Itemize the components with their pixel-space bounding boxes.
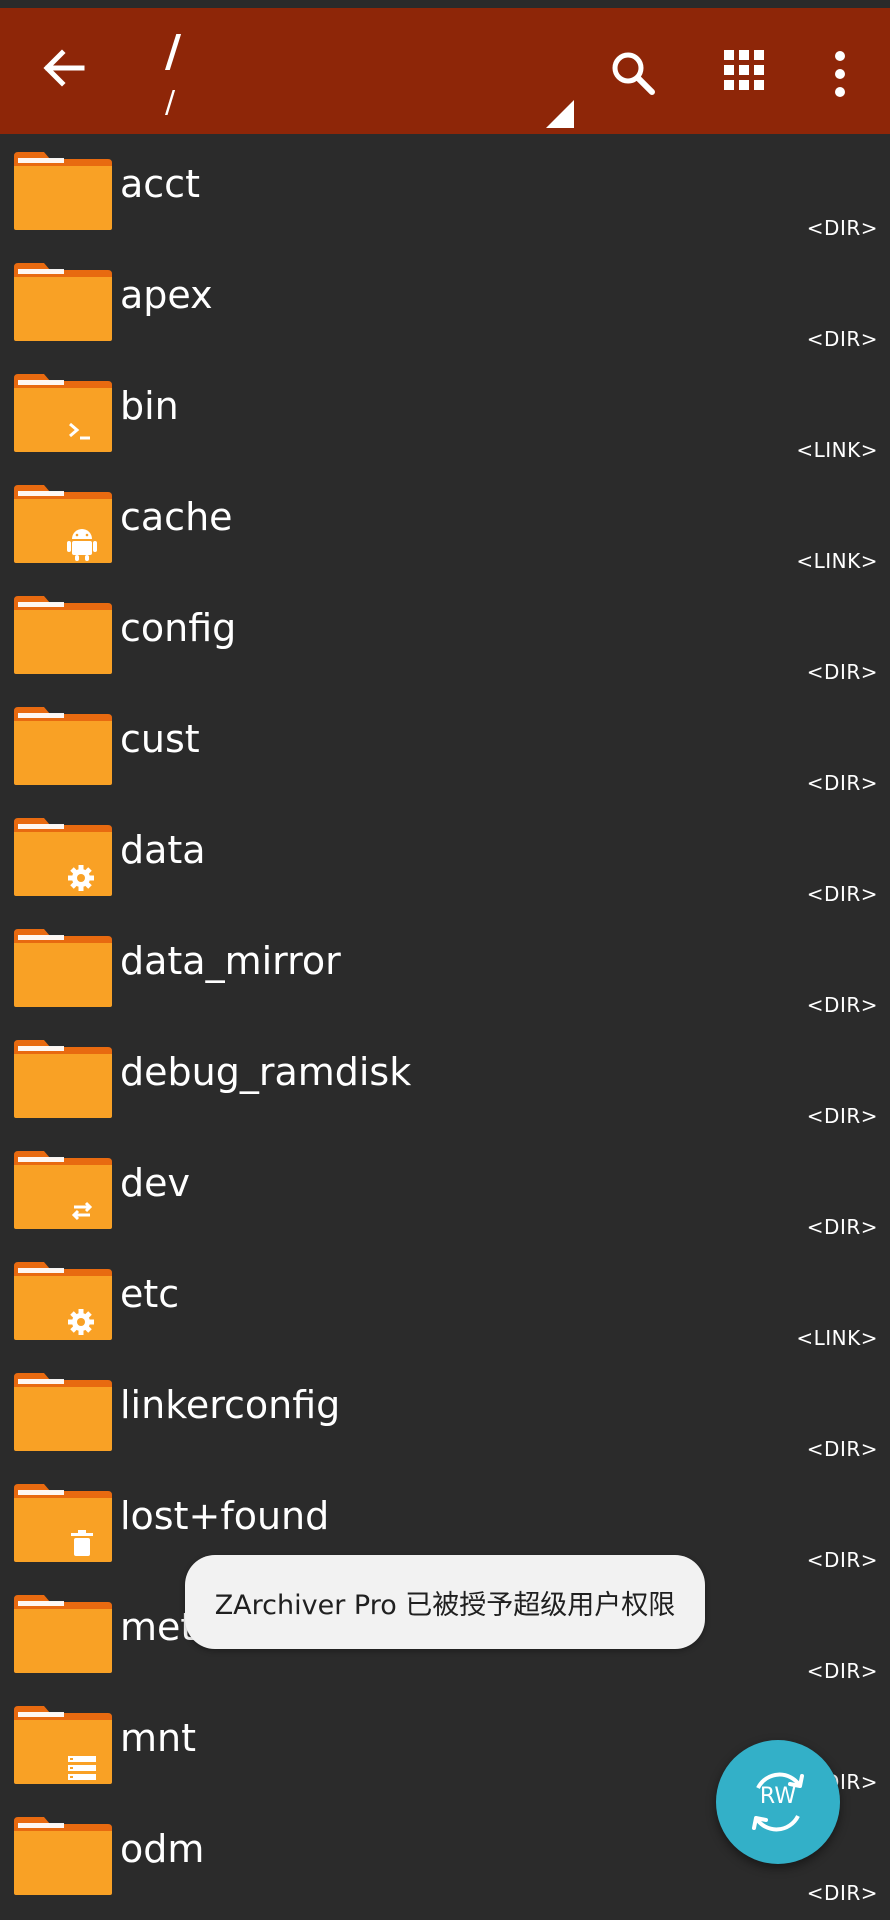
folder-icon xyxy=(14,1817,112,1895)
folder-icon xyxy=(14,485,112,563)
file-type: <DIR> xyxy=(806,1104,878,1128)
file-name: apex xyxy=(120,273,213,317)
file-type: <DIR> xyxy=(806,882,878,906)
file-type: <LINK> xyxy=(796,438,878,462)
file-type: <DIR> xyxy=(806,1437,878,1461)
folder-icon xyxy=(14,263,112,341)
folder-icon xyxy=(14,1262,112,1340)
file-row[interactable]: debug_ramdisk <DIR> xyxy=(0,1022,890,1133)
file-name: linkerconfig xyxy=(120,1383,341,1427)
file-name: lost+found xyxy=(120,1494,330,1538)
file-row[interactable]: apex <DIR> xyxy=(0,245,890,356)
file-name: data xyxy=(120,828,206,872)
grid-view-icon xyxy=(724,50,764,90)
file-type: <DIR> xyxy=(806,1548,878,1572)
folder-icon xyxy=(14,596,112,674)
folder-icon xyxy=(14,818,112,896)
file-type: <LINK> xyxy=(796,549,878,573)
file-name: acct xyxy=(120,162,200,206)
file-name: config xyxy=(120,606,237,650)
file-type: <LINK> xyxy=(796,1326,878,1350)
file-name: data_mirror xyxy=(120,939,341,983)
file-type: <DIR> xyxy=(806,327,878,351)
path-subtitle[interactable]: / xyxy=(165,86,175,120)
search-icon xyxy=(612,52,655,95)
folder-icon xyxy=(14,1706,112,1784)
file-type: <DIR> xyxy=(806,660,878,684)
file-row[interactable]: dev <DIR> xyxy=(0,1133,890,1244)
status-bar xyxy=(0,0,890,8)
file-type: <DIR> xyxy=(806,216,878,240)
grid-view-button[interactable] xyxy=(718,44,770,96)
back-button[interactable] xyxy=(34,38,94,98)
folder-icon xyxy=(14,929,112,1007)
search-button[interactable] xyxy=(604,44,664,104)
dropdown-triangle-icon[interactable] xyxy=(546,100,574,128)
fab-label: RW xyxy=(759,1784,797,1809)
file-name: mnt xyxy=(120,1716,196,1760)
file-row[interactable]: linkerconfig <DIR> xyxy=(0,1355,890,1466)
more-vert-icon xyxy=(835,51,845,97)
file-row[interactable]: acct <DIR> xyxy=(0,134,890,245)
file-name: cache xyxy=(120,495,233,539)
app-bar: / / xyxy=(0,8,890,134)
file-name: odm xyxy=(120,1827,205,1871)
toast-message: ZArchiver Pro 已被授予超级用户权限 xyxy=(185,1555,705,1649)
file-type: <DIR> xyxy=(806,1659,878,1683)
file-row[interactable]: bin <LINK> xyxy=(0,356,890,467)
file-row[interactable]: cache <LINK> xyxy=(0,467,890,578)
file-row[interactable]: config <DIR> xyxy=(0,578,890,689)
folder-icon xyxy=(14,152,112,230)
file-name: bin xyxy=(120,384,179,428)
arrow-back-icon xyxy=(43,49,85,87)
folder-icon xyxy=(14,374,112,452)
file-name: cust xyxy=(120,717,200,761)
file-name: dev xyxy=(120,1161,190,1205)
more-options-button[interactable] xyxy=(818,44,862,104)
file-row[interactable]: data <DIR> xyxy=(0,800,890,911)
file-type: <DIR> xyxy=(806,771,878,795)
path-title: / xyxy=(165,26,182,77)
folder-icon xyxy=(14,1040,112,1118)
folder-icon xyxy=(14,1484,112,1562)
folder-icon xyxy=(14,1595,112,1673)
file-row[interactable]: etc <LINK> xyxy=(0,1244,890,1355)
file-type: <DIR> xyxy=(806,1881,878,1905)
folder-icon xyxy=(14,1151,112,1229)
file-name: etc xyxy=(120,1272,180,1316)
file-row[interactable]: data_mirror <DIR> xyxy=(0,911,890,1022)
rw-mount-button[interactable]: RW xyxy=(716,1740,840,1864)
file-name: debug_ramdisk xyxy=(120,1050,412,1094)
file-row[interactable]: cust <DIR> xyxy=(0,689,890,800)
file-type: <DIR> xyxy=(806,993,878,1017)
folder-icon xyxy=(14,707,112,785)
folder-icon xyxy=(14,1373,112,1451)
file-type: <DIR> xyxy=(806,1215,878,1239)
